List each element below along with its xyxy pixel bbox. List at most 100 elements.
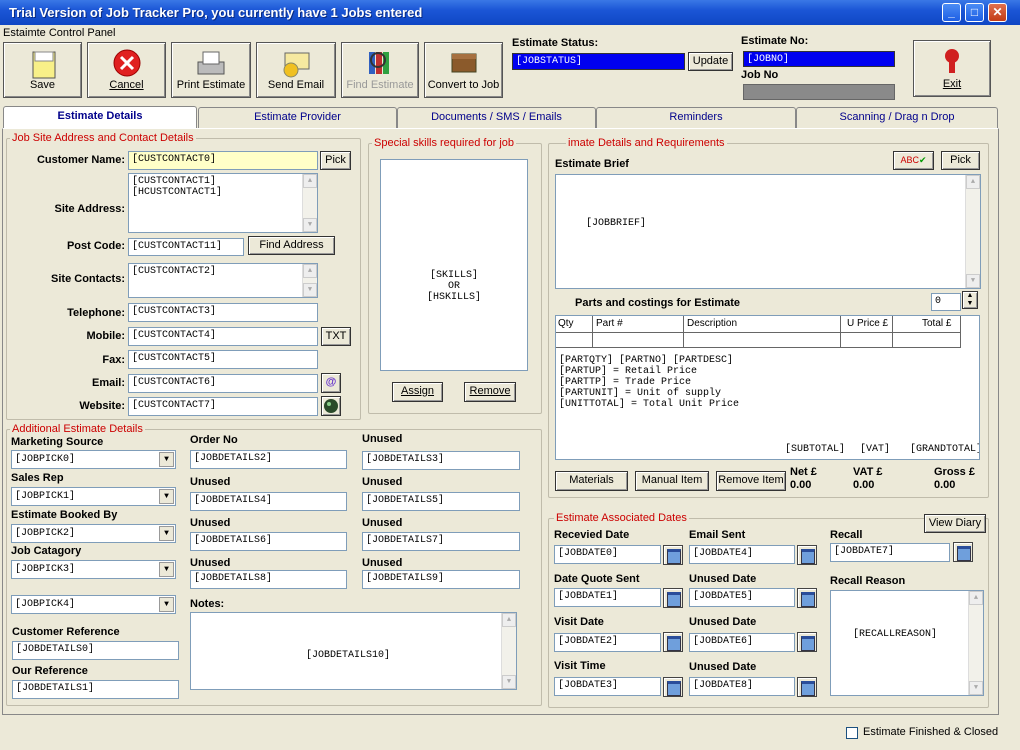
calendar-icon[interactable] [663,545,683,565]
brief-scrollbar[interactable]: ▲ ▼ [965,175,980,288]
tab-estimate-details[interactable]: Estimate Details [3,106,197,129]
email-at-icon[interactable]: @ [321,373,341,393]
calendar-icon[interactable] [663,588,683,608]
recall-field[interactable]: [JOBDATE7] [830,543,950,562]
category-select[interactable]: [JOBPICK3] ▼ [11,560,176,579]
marketing-select[interactable]: [JOBPICK0] ▼ [11,450,176,469]
calendar-icon[interactable] [797,632,817,652]
pick-brief-button[interactable]: Pick [941,151,980,170]
view-diary-button[interactable]: View Diary [924,514,986,533]
title-bar: Trial Version of Job Tracker Pro, you cu… [0,0,1020,25]
send-email-button[interactable]: Send Email [256,42,336,98]
quote-sent-field[interactable]: [JOBDATE1] [554,588,661,607]
parts-grid[interactable]: Qty Part # Description U Price £ Total £… [555,315,980,460]
jobdate8-field[interactable]: [JOBDATE8] [689,677,795,696]
col-qty: Qty [558,318,574,329]
skills-list[interactable]: [SKILLS] OR [HSKILLS] [380,159,528,371]
site-address-scrollbar[interactable]: ▲ ▼ [302,174,317,232]
finished-checkbox[interactable] [846,727,858,739]
materials-button[interactable]: Materials [555,471,628,491]
jobdetails8-field[interactable]: [JOBDETAILS8] [190,570,347,589]
calendar-icon[interactable] [797,588,817,608]
jobpick4-select[interactable]: [JOBPICK4] ▼ [11,595,176,614]
calendar-icon[interactable] [797,545,817,565]
site-contacts-scrollbar[interactable]: ▲ ▼ [302,264,317,297]
jobdate5-field[interactable]: [JOBDATE5] [689,588,795,607]
manual-item-button[interactable]: Manual Item [635,471,709,491]
chevron-down-icon[interactable]: ▼ [159,562,174,577]
jobdetails3-field[interactable]: [JOBDETAILS3] [362,451,520,470]
control-panel-label: Estaimte Control Panel [3,27,116,39]
remove-skill-button[interactable]: Remove [464,382,516,402]
visit-time-field[interactable]: [JOBDATE3] [554,677,661,696]
tab-reminders[interactable]: Reminders [596,107,796,128]
calendar-icon[interactable] [953,542,973,562]
parts-count-field[interactable]: 0 [931,293,961,311]
find-estimate-button[interactable]: Find Estimate [341,42,419,98]
telephone-field[interactable]: [CUSTCONTACT3] [128,303,318,322]
received-field[interactable]: [JOBDATE0] [554,545,661,564]
calendar-icon[interactable] [663,677,683,697]
globe-icon[interactable] [321,396,341,416]
exit-button[interactable]: Exit [913,40,991,97]
tab-scanning[interactable]: Scanning / Drag n Drop [796,107,998,128]
pick-customer-button[interactable]: Pick [320,151,351,170]
jobdetails4-field[interactable]: [JOBDETAILS4] [190,492,347,511]
tab-documents[interactable]: Documents / SMS / Emails [397,107,596,128]
fax-field[interactable]: [CUSTCONTACT5] [128,350,318,369]
jobdetails7-field[interactable]: [JOBDETAILS7] [362,532,520,551]
email-field[interactable]: [CUSTCONTACT6] [128,374,318,393]
chevron-down-icon[interactable]: ▼ [159,489,174,504]
maximize-button[interactable]: □ [965,3,984,22]
jobdetails5-field[interactable]: [JOBDETAILS5] [362,492,520,511]
site-address-field[interactable]: [CUSTCONTACT1] [HCUSTCONTACT1] ▲ ▼ [128,173,318,233]
bookedby-select[interactable]: [JOBPICK2] ▼ [11,524,176,543]
estimate-status-field[interactable]: [JOBSTATUS] [512,53,685,70]
save-button[interactable]: Save [3,42,82,98]
convert-to-job-button[interactable]: Convert to Job [424,42,503,98]
postcode-field[interactable]: [CUSTCONTACT11] [128,238,244,256]
cancel-button[interactable]: Cancel [87,42,166,98]
website-field[interactable]: [CUSTCONTACT7] [128,397,318,416]
chevron-down-icon[interactable]: ▼ [159,526,174,541]
tab-estimate-provider[interactable]: Estimate Provider [198,107,397,128]
minimize-button[interactable]: _ [942,3,961,22]
customer-name-field[interactable]: [CUSTCONTACT0] [128,151,318,170]
email-sent-field[interactable]: [JOBDATE4] [689,545,795,564]
custref-field[interactable]: [JOBDETAILS0] [12,641,179,660]
calendar-icon[interactable] [797,677,817,697]
visit-date-field[interactable]: [JOBDATE2] [554,633,661,652]
print-estimate-button[interactable]: Print Estimate [171,42,251,98]
remove-item-button[interactable]: Remove Item [716,471,786,491]
notes-field[interactable]: [JOBDETAILS10] ▲ ▼ [190,612,517,690]
chevron-down-icon[interactable]: ▼ [159,597,174,612]
estimate-no-field[interactable]: [JOBNO] [743,51,895,67]
recall-reason-field[interactable]: [RECALLREASON] ▲ ▼ [830,590,984,696]
unused-label: Unused [362,476,403,488]
recall-reason-scrollbar[interactable]: ▲ ▼ [968,591,983,695]
dates-title: Estimate Associated Dates [554,512,689,524]
assign-button[interactable]: Assign [392,382,443,402]
jobdate6-field[interactable]: [JOBDATE6] [689,633,795,652]
close-button[interactable]: ✕ [988,3,1007,22]
mobile-field[interactable]: [CUSTCONTACT4] [128,327,318,346]
chevron-down-icon[interactable]: ▼ [159,452,174,467]
parts-spinner[interactable]: ▲ ▼ [962,291,978,309]
find-address-button[interactable]: Find Address [248,236,335,255]
spellcheck-button[interactable]: ABC✔ [893,151,934,170]
estimate-brief-field[interactable]: [JOBBRIEF] ▲ ▼ [555,174,981,289]
recall-label: Recall [830,529,863,541]
notes-scrollbar[interactable]: ▲ ▼ [501,613,516,689]
unused-label: Unused [190,476,231,488]
orderno-field[interactable]: [JOBDETAILS2] [190,450,347,469]
site-contacts-field[interactable]: [CUSTCONTACT2] ▲ ▼ [128,263,318,298]
salesrep-select[interactable]: [JOBPICK1] ▼ [11,487,176,506]
calendar-icon[interactable] [663,632,683,652]
txt-button[interactable]: TXT [321,327,351,346]
jobdetails9-field[interactable]: [JOBDETAILS9] [362,570,520,589]
jobdetails6-field[interactable]: [JOBDETAILS6] [190,532,347,551]
update-button[interactable]: Update [688,52,733,71]
net-value: 0.00 [790,479,812,491]
ourref-field[interactable]: [JOBDETAILS1] [12,680,179,699]
window-title: Trial Version of Job Tracker Pro, you cu… [9,5,423,20]
